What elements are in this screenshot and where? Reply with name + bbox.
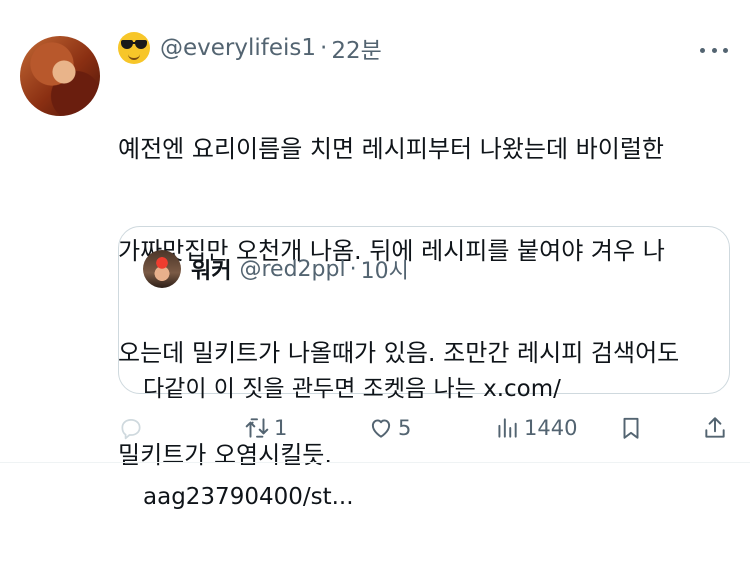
retweet-count: 1 [274, 416, 288, 440]
tweet-text-line: 예전엔 요리이름을 치면 레시피부터 나왔는데 바이럴한 [118, 135, 664, 163]
author-handle[interactable]: @everylifeis1 [160, 35, 316, 61]
quoted-tweet-timestamp[interactable]: 10시 [361, 253, 409, 285]
separator-dot: · [349, 256, 357, 282]
quoted-author-handle[interactable]: @red2ppl [239, 257, 345, 282]
quoted-tweet-header: 워커 @red2ppl · 10시 [143, 249, 409, 289]
quoted-tweet-card[interactable]: 워커 @red2ppl · 10시 다같이 이 짓을 관두면 조켓음 나는 x.… [118, 226, 730, 510]
author-avatar[interactable] [20, 36, 100, 116]
share-icon [705, 417, 725, 438]
views-button[interactable]: 1440 [494, 408, 577, 448]
quoted-text-line: 다같이 이 짓을 관두면 조켓음 나는 x.com/ [143, 376, 561, 402]
heart-icon [371, 419, 391, 438]
sunglasses-face-icon [118, 32, 150, 64]
share-button[interactable] [702, 408, 728, 448]
tweet-header: @everylifeis1 · 22분 [118, 32, 382, 64]
views-chart-icon [498, 418, 517, 438]
views-count: 1440 [524, 416, 578, 440]
more-options-icon[interactable] [700, 45, 728, 55]
tweet-timestamp[interactable]: 22분 [331, 31, 381, 65]
like-count: 5 [398, 416, 412, 440]
reply-button[interactable] [118, 408, 148, 448]
retweet-button[interactable]: 1 [244, 408, 287, 448]
tweet-divider [0, 462, 750, 463]
quoted-author-avatar[interactable] [143, 250, 181, 288]
quoted-text-line: aag23790400/st... [143, 484, 354, 510]
bookmark-button[interactable] [618, 408, 644, 448]
action-bar: 1 5 1440 [118, 408, 738, 448]
quoted-author-name[interactable]: 워커 [191, 253, 231, 285]
bookmark-icon [623, 417, 639, 439]
reply-icon [121, 419, 141, 440]
like-button[interactable]: 5 [368, 408, 411, 448]
separator-dot: · [320, 35, 328, 61]
retweet-icon [245, 418, 269, 438]
